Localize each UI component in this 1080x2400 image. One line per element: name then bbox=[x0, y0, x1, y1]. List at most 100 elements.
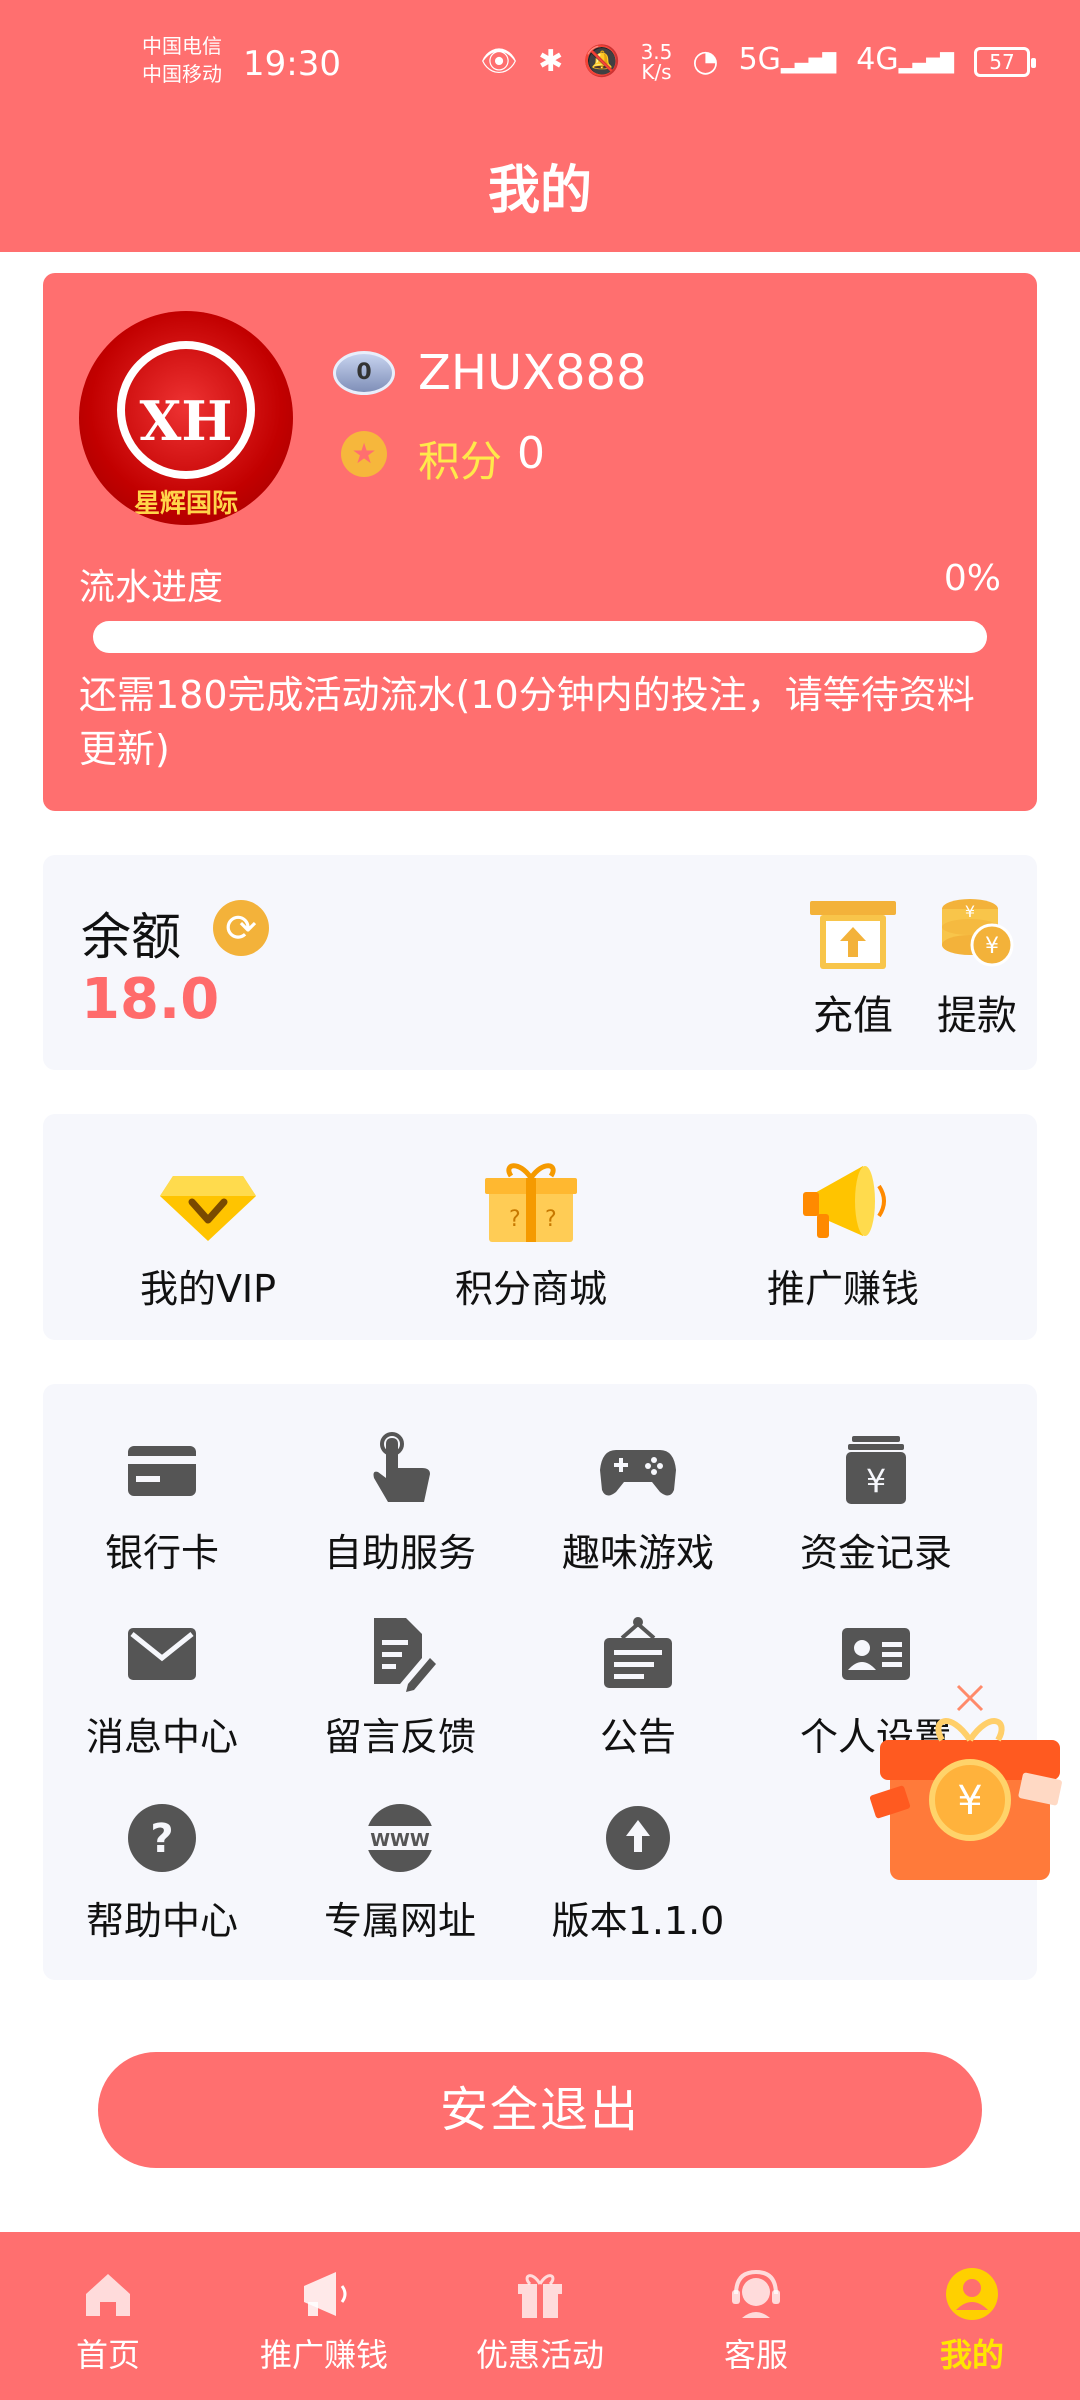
nav-item-promote[interactable]: 推广赚钱 bbox=[216, 2232, 432, 2400]
user-icon bbox=[946, 2268, 998, 2320]
eye-icon: 👁 bbox=[479, 44, 519, 79]
grid-item-messages[interactable]: 消息中心 bbox=[43, 1614, 281, 1761]
svg-text:?: ? bbox=[545, 1207, 557, 1232]
grid-item-self-service[interactable]: 自助服务 bbox=[281, 1430, 519, 1577]
logout-button[interactable]: 安全退出 bbox=[98, 2052, 982, 2168]
points-label: 积分 bbox=[418, 437, 503, 486]
withdraw-label: 提款 bbox=[937, 993, 1017, 1039]
grid-item-feedback[interactable]: 留言反馈 bbox=[281, 1614, 519, 1761]
balance-card: 余额 ⟳ 18.0 充值 ¥ ¥ 提款 bbox=[43, 855, 1037, 1070]
grid-item-notice[interactable]: 公告 bbox=[519, 1614, 757, 1761]
points-value: 0 bbox=[517, 428, 545, 479]
grid-item-label: 帮助中心 bbox=[85, 1899, 238, 1943]
level-badge-icon: 0 bbox=[333, 351, 395, 395]
feature-vip[interactable]: 我的VIP bbox=[88, 1156, 328, 1313]
avatar-tag: 星辉国际 bbox=[133, 489, 238, 519]
status-icons: 👁 ✱ 🔕 3.5 K/s ◔ 5G▂▄▆█ 4G▂▄▆█ 57 bbox=[479, 40, 1036, 84]
grid-item-label: 留言反馈 bbox=[323, 1715, 476, 1759]
grid-item-help[interactable]: ? 帮助中心 bbox=[43, 1798, 281, 1945]
recharge-label: 充值 bbox=[813, 993, 893, 1039]
carrier-label: 中国电信 中国移动 bbox=[142, 32, 222, 88]
nav-label: 客服 bbox=[723, 2336, 788, 2374]
nav-item-mine[interactable]: 我的 bbox=[864, 2232, 1080, 2400]
grid-item-bank-card[interactable]: 银行卡 bbox=[43, 1430, 281, 1577]
nav-item-home[interactable]: 首页 bbox=[0, 2232, 216, 2400]
www-globe-icon: WWW bbox=[364, 1804, 436, 1872]
battery-indicator: 57 bbox=[974, 47, 1036, 77]
grid-item-label: 自助服务 bbox=[323, 1531, 476, 1575]
fund-record-icon: ¥ bbox=[846, 1436, 906, 1504]
gamepad-icon bbox=[600, 1450, 676, 1496]
grid-item-exclusive-url[interactable]: WWW 专属网址 bbox=[281, 1798, 519, 1945]
svg-text:?: ? bbox=[509, 1207, 521, 1232]
profile-card: XH 星辉国际 0 ZHUX888 ★ 积分 0 流水进度 0% 还需180完成… bbox=[43, 273, 1037, 811]
feature-label: 积分商城 bbox=[454, 1267, 607, 1311]
top-bar: 中国电信 中国移动 19:30 👁 ✱ 🔕 3.5 K/s ◔ 5G▂▄▆█ 4… bbox=[0, 0, 1080, 252]
svg-text:¥: ¥ bbox=[965, 902, 975, 921]
grid-item-version[interactable]: 版本1.1.0 bbox=[519, 1798, 757, 1945]
clock: 19:30 bbox=[243, 44, 341, 84]
network-speed: 3.5 K/s bbox=[640, 40, 673, 84]
recharge-button[interactable]: 充值 bbox=[793, 895, 913, 1041]
flow-note: 还需180完成活动流水(10分钟内的投注，请等待资料更新) bbox=[79, 673, 975, 771]
feature-label: 我的VIP bbox=[139, 1267, 277, 1311]
help-icon: ? bbox=[128, 1804, 196, 1872]
nav-item-promotions[interactable]: 优惠活动 bbox=[432, 2232, 648, 2400]
bluetooth-icon: ✱ bbox=[538, 44, 564, 79]
grid-item-label: 版本1.1.0 bbox=[551, 1899, 725, 1943]
grid-item-label: 公告 bbox=[599, 1715, 676, 1759]
carrier-1: 中国电信 bbox=[142, 34, 222, 58]
flow-progress-bar bbox=[93, 621, 987, 653]
svg-text:¥: ¥ bbox=[985, 934, 999, 959]
points-mall-gift-icon: ? ? bbox=[485, 1163, 577, 1242]
grid-item-fun-games[interactable]: 趣味游戏 bbox=[519, 1430, 757, 1577]
mute-bell-icon: 🔕 bbox=[583, 44, 621, 79]
svg-text:¥: ¥ bbox=[957, 1778, 982, 1824]
balance-label: 余额 bbox=[81, 908, 181, 966]
refresh-icon[interactable]: ⟳ bbox=[213, 900, 269, 956]
signal-4g: 4G▂▄▆█ bbox=[856, 42, 954, 77]
feedback-icon bbox=[374, 1618, 436, 1692]
mail-icon bbox=[128, 1628, 196, 1680]
grid-item-fund-record[interactable]: ¥ 资金记录 bbox=[757, 1430, 995, 1577]
flow-progress-percent: 0% bbox=[943, 558, 1001, 599]
svg-text:?: ? bbox=[150, 1816, 173, 1862]
nav-label: 我的 bbox=[939, 2336, 1004, 2374]
svg-text:¥: ¥ bbox=[866, 1462, 886, 1500]
page-title: 我的 bbox=[487, 161, 592, 221]
grid-item-label: 专属网址 bbox=[323, 1899, 476, 1943]
bank-card-icon bbox=[128, 1446, 196, 1496]
avatar-mark: XH bbox=[139, 389, 233, 453]
nav-label: 优惠活动 bbox=[475, 2336, 604, 2374]
wifi-icon: ◔ bbox=[692, 44, 719, 79]
grid-item-label: 资金记录 bbox=[799, 1531, 952, 1575]
withdraw-button[interactable]: ¥ ¥ 提款 bbox=[917, 895, 1037, 1041]
upload-arrow-icon bbox=[606, 1806, 670, 1870]
home-icon bbox=[86, 2274, 130, 2316]
grid-item-label: 银行卡 bbox=[104, 1531, 219, 1575]
hand-tap-icon bbox=[373, 1432, 430, 1502]
signal-5g: 5G▂▄▆█ bbox=[738, 42, 837, 77]
nav-label: 推广赚钱 bbox=[259, 2336, 388, 2374]
headset-icon bbox=[732, 2269, 780, 2318]
username: ZHUX888 bbox=[418, 345, 647, 401]
feature-label: 推广赚钱 bbox=[766, 1267, 919, 1311]
svg-text:WWW: WWW bbox=[370, 1830, 430, 1851]
recharge-icon bbox=[810, 901, 896, 969]
star-icon: ★ bbox=[341, 431, 387, 477]
status-bar: 中国电信 中国移动 19:30 👁 ✱ 🔕 3.5 K/s ◔ 5G▂▄▆█ 4… bbox=[0, 0, 1080, 130]
notice-board-icon bbox=[604, 1617, 672, 1688]
bottom-nav: 首页 推广赚钱 优惠活动 客服 我的 bbox=[0, 2232, 1080, 2400]
grid-item-label: 消息中心 bbox=[85, 1715, 238, 1759]
avatar[interactable]: XH 星辉国际 bbox=[79, 311, 293, 525]
megaphone-icon bbox=[304, 2272, 347, 2316]
flow-progress-label: 流水进度 bbox=[79, 567, 224, 608]
feature-promote[interactable]: 推广赚钱 bbox=[723, 1156, 963, 1313]
coins-icon: ¥ ¥ bbox=[942, 899, 1014, 967]
nav-item-support[interactable]: 客服 bbox=[648, 2232, 864, 2400]
vip-diamond-icon bbox=[160, 1176, 256, 1241]
floating-gift-icon[interactable]: ¥ bbox=[870, 1680, 1070, 1910]
nav-label: 首页 bbox=[75, 2336, 140, 2374]
feature-points-mall[interactable]: ? ? 积分商城 bbox=[411, 1156, 651, 1313]
balance-value: 18.0 bbox=[81, 967, 220, 1032]
